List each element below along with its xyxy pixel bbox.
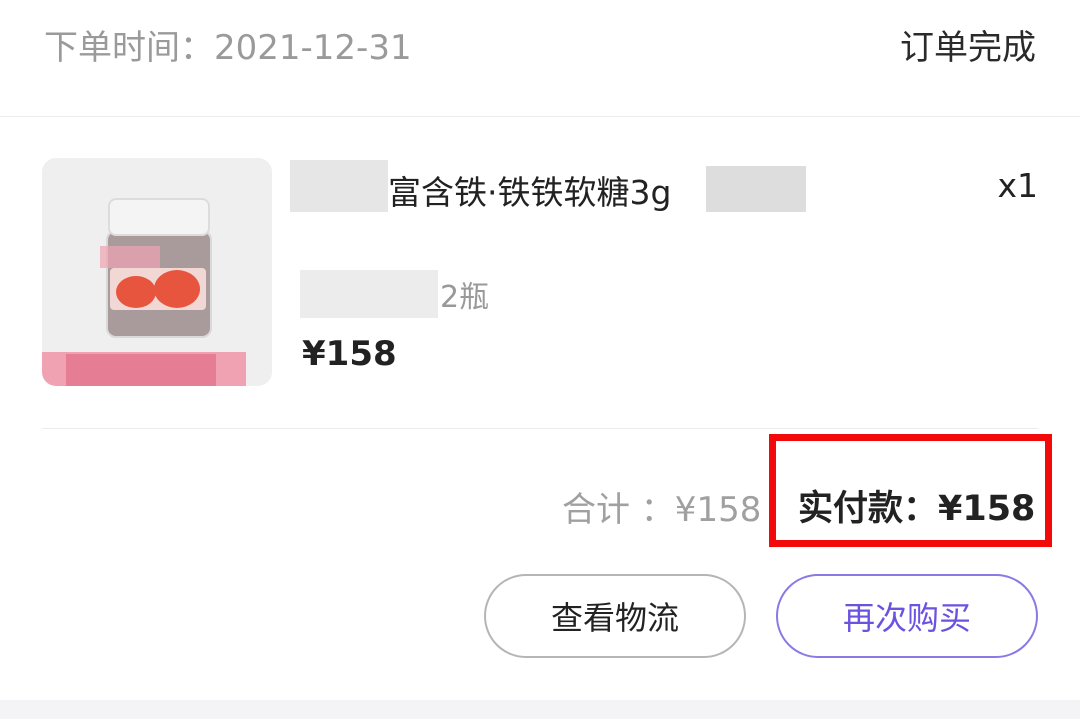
- divider: [0, 116, 1080, 117]
- subtotal: 合计 ：¥158: [562, 490, 762, 530]
- order-status: 订单完成: [900, 28, 1036, 68]
- divider: [42, 428, 1038, 429]
- blurred-title-suffix: [706, 166, 806, 212]
- blurred-area: [66, 354, 216, 386]
- product-image[interactable]: [42, 158, 272, 386]
- buy-again-button[interactable]: 再次购买: [776, 574, 1038, 658]
- view-logistics-button[interactable]: 查看物流: [484, 574, 746, 658]
- jar-graphic: [116, 276, 156, 308]
- blurred-title-prefix: [290, 160, 388, 212]
- jar-graphic: [154, 270, 200, 308]
- product-title[interactable]: 富含铁·铁铁软糖3g: [388, 166, 671, 214]
- product-price: ¥158: [302, 334, 397, 374]
- jar-lid: [108, 198, 210, 236]
- blurred-spec-prefix: [300, 270, 438, 318]
- section-separator: [0, 700, 1080, 719]
- highlight-box: [769, 434, 1052, 547]
- product-spec: 2瓶: [440, 280, 490, 315]
- order-header: 下单时间：2021-12-31 订单完成: [0, 0, 1080, 116]
- product-quantity: x1: [997, 166, 1038, 205]
- order-date: 下单时间：2021-12-31: [44, 28, 412, 68]
- blurred-area: [100, 246, 160, 268]
